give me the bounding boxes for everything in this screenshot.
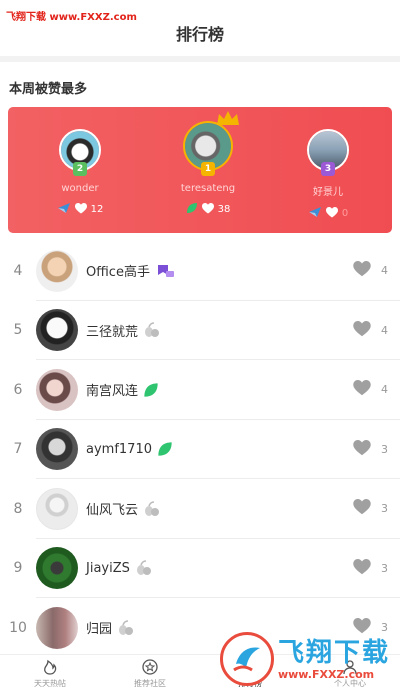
like-number: 3 <box>381 502 388 516</box>
avatar[interactable] <box>36 487 78 530</box>
heart-icon <box>201 202 214 217</box>
tab-recommended-community[interactable]: 推荐社区 <box>100 655 200 692</box>
list-item[interactable]: 6 南宫风连 4 <box>0 360 400 420</box>
like-count: 3 <box>353 499 388 518</box>
heart-icon[interactable] <box>353 320 371 340</box>
ranking-list: 4 Office高手 4 5 三径就荒 4 6 南宫风连 4 7 aymf171… <box>0 241 400 658</box>
airplane-icon <box>57 202 71 217</box>
avatar[interactable]: 3 <box>307 129 349 176</box>
like-number: 4 <box>381 264 388 278</box>
leaf-icon <box>186 202 198 217</box>
user-name[interactable]: Office高手 <box>86 261 150 280</box>
user-name[interactable]: 南宫风连 <box>86 380 138 399</box>
user-name[interactable]: 归园 <box>86 618 112 637</box>
user-name[interactable]: JiayiZS <box>86 561 130 576</box>
watermark-logo: 飞翔下载 www.FXXZ.com <box>219 632 390 686</box>
list-item[interactable]: 5 三径就荒 4 <box>0 301 400 361</box>
seed-icon <box>143 322 161 338</box>
list-item[interactable]: 8 仙风飞云 3 <box>0 479 400 539</box>
user-name[interactable]: 仙风飞云 <box>86 499 138 518</box>
tab-label: 天天热帖 <box>34 678 66 688</box>
top-three-podium: 2 wonder 12 1 teresateng 38 3 好景儿 0 <box>8 107 392 233</box>
user-name[interactable]: aymf1710 <box>86 442 152 457</box>
podium-stats: 38 <box>186 202 231 217</box>
rank-number: 7 <box>13 441 23 458</box>
leaf-icon <box>143 382 159 398</box>
flame-icon <box>42 659 58 678</box>
section-title: 本周被赞最多 <box>9 82 88 97</box>
podium-likes: 0 <box>341 208 349 219</box>
tab-label: 推荐社区 <box>134 678 166 688</box>
logo-icon <box>219 632 274 686</box>
rank-number: 6 <box>13 381 23 398</box>
podium-rank-1[interactable]: 1 teresateng 38 <box>148 111 268 217</box>
leaf-icon <box>157 441 173 457</box>
rank-number: 8 <box>13 500 23 517</box>
seed-icon <box>117 620 135 636</box>
heart-icon[interactable] <box>353 261 371 280</box>
rank-number: 10 <box>9 619 27 636</box>
like-count: 4 <box>353 261 388 280</box>
rank-badge: 2 <box>73 162 87 176</box>
heart-icon[interactable] <box>353 558 371 578</box>
podium-stats: 0 <box>308 206 348 221</box>
logo-url: www.FXXZ.com <box>277 667 375 681</box>
rank-badge: 3 <box>321 162 335 176</box>
heart-icon <box>74 202 87 217</box>
ribbon-icon <box>155 263 175 279</box>
seed-icon <box>143 501 161 517</box>
list-item[interactable]: 9 JiayiZS 3 <box>0 539 400 599</box>
podium-stats: 12 <box>57 202 104 217</box>
rank-number: 4 <box>13 262 23 279</box>
rank-badge: 1 <box>201 162 215 176</box>
podium-name: wonder <box>61 183 99 194</box>
like-count: 3 <box>353 439 388 459</box>
like-count: 4 <box>353 380 388 399</box>
watermark-text: 飞翔下载 www.FXXZ.com <box>6 12 137 23</box>
star-circle-icon <box>142 658 158 678</box>
like-number: 4 <box>381 323 388 337</box>
podium-rank-2[interactable]: 2 wonder 12 <box>20 129 140 217</box>
seed-icon <box>135 560 153 576</box>
like-count: 4 <box>353 320 388 340</box>
page-title: 排行榜 <box>175 25 224 44</box>
avatar[interactable] <box>36 309 78 352</box>
user-name[interactable]: 三径就荒 <box>86 321 138 340</box>
list-item[interactable]: 4 Office高手 4 <box>0 241 400 301</box>
heart-icon <box>325 206 338 221</box>
avatar[interactable]: 2 <box>59 129 101 176</box>
like-number: 4 <box>381 383 388 397</box>
tab-hot-posts[interactable]: 天天热帖 <box>0 655 100 692</box>
logo-text: 飞翔下载 <box>277 637 390 668</box>
podium-rank-3[interactable]: 3 好景儿 0 <box>268 129 388 221</box>
like-count: 3 <box>353 558 388 578</box>
heart-icon[interactable] <box>353 499 371 518</box>
heart-icon[interactable] <box>353 439 371 459</box>
podium-likes: 12 <box>90 204 104 215</box>
avatar[interactable]: 1 <box>183 111 239 176</box>
like-number: 3 <box>381 442 388 456</box>
heart-icon[interactable] <box>353 380 371 399</box>
podium-likes: 38 <box>217 204 231 215</box>
avatar[interactable] <box>36 428 78 471</box>
podium-name: teresateng <box>180 183 236 194</box>
avatar[interactable] <box>36 368 78 411</box>
avatar[interactable] <box>36 606 78 649</box>
rank-number: 5 <box>13 322 23 339</box>
avatar[interactable] <box>36 547 78 590</box>
crown-icon <box>217 111 239 125</box>
podium-name: 好景儿 <box>313 187 343 198</box>
airplane-icon <box>308 206 322 221</box>
list-item[interactable]: 7 aymf1710 3 <box>0 420 400 480</box>
rank-number: 9 <box>13 560 23 577</box>
avatar[interactable] <box>36 249 78 292</box>
like-number: 3 <box>381 561 388 575</box>
